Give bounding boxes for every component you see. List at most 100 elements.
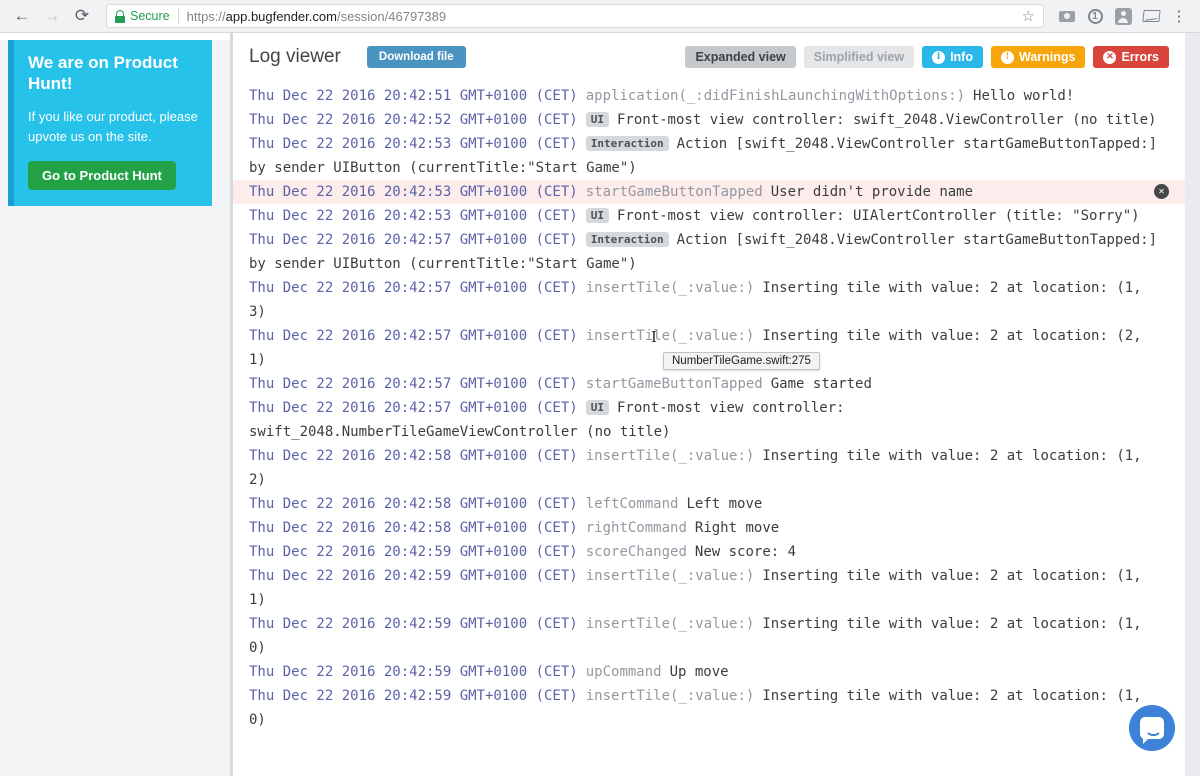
page-content: We are on Product Hunt! If you like our … (0, 33, 1200, 776)
camera-extension-icon[interactable] (1056, 5, 1078, 27)
warning-icon: ! (1000, 50, 1014, 64)
log-row[interactable]: Thu Dec 22 2016 20:42:58 GMT+0100 (CET) i… (249, 444, 1164, 492)
info-filter-button[interactable]: i Info (922, 46, 983, 68)
address-bar[interactable]: Secure https://app.bugfender.com/session… (106, 4, 1044, 28)
errors-filter-button[interactable]: ✕ Errors (1093, 46, 1169, 68)
log-timestamp: Thu Dec 22 2016 20:42:57 GMT+0100 (CET) (249, 232, 578, 248)
log-tag: leftCommand (585, 496, 679, 512)
circled-one-extension-icon[interactable]: 1 (1084, 5, 1106, 27)
log-badge: Interaction (585, 232, 669, 247)
promo-title: We are on Product Hunt! (28, 53, 178, 94)
log-badge: UI (585, 112, 609, 127)
left-sidebar: We are on Product Hunt! If you like our … (0, 33, 233, 776)
log-row[interactable]: Thu Dec 22 2016 20:42:57 GMT+0100 (CET) U… (249, 396, 1164, 444)
secure-label: Secure (130, 9, 170, 23)
log-message: Hello world! (973, 88, 1075, 104)
profile-badge-icon[interactable] (1112, 5, 1134, 27)
log-row[interactable]: Thu Dec 22 2016 20:42:59 GMT+0100 (CET) i… (249, 684, 1164, 732)
log-tag: upCommand (585, 664, 662, 680)
log-tag: insertTile(_:value:) (585, 280, 755, 296)
log-row[interactable]: Thu Dec 22 2016 20:42:53 GMT+0100 (CET) s… (233, 180, 1185, 204)
log-timestamp: Thu Dec 22 2016 20:42:59 GMT+0100 (CET) (249, 568, 578, 584)
log-tag: insertTile(_:value:) (585, 688, 755, 704)
info-icon: i (932, 50, 946, 64)
log-timestamp: Thu Dec 22 2016 20:42:52 GMT+0100 (CET) (249, 112, 578, 128)
log-timestamp: Thu Dec 22 2016 20:42:57 GMT+0100 (CET) (249, 376, 578, 392)
log-row[interactable]: Thu Dec 22 2016 20:42:53 GMT+0100 (CET) I… (249, 132, 1164, 180)
log-message: New score: 4 (694, 544, 797, 560)
info-label: Info (950, 50, 973, 64)
promo-body: If you like our product, please upvote u… (28, 108, 198, 144)
log-timestamp: Thu Dec 22 2016 20:42:51 GMT+0100 (CET) (249, 88, 578, 104)
log-timestamp: Thu Dec 22 2016 20:42:58 GMT+0100 (CET) (249, 448, 578, 464)
log-message: Game started (770, 376, 872, 392)
log-viewer-header: Log viewer Download file Expanded view S… (233, 33, 1185, 72)
errors-label: Errors (1121, 50, 1159, 64)
log-row[interactable]: Thu Dec 22 2016 20:42:57 GMT+0100 (CET) I… (249, 228, 1164, 276)
log-timestamp: Thu Dec 22 2016 20:42:57 GMT+0100 (CET) (249, 280, 578, 296)
log-timestamp: Thu Dec 22 2016 20:42:59 GMT+0100 (CET) (249, 664, 578, 680)
log-timestamp: Thu Dec 22 2016 20:42:58 GMT+0100 (CET) (249, 496, 578, 512)
error-dismiss-icon[interactable]: ✕ (1154, 184, 1169, 199)
log-tag: scoreChanged (585, 544, 687, 560)
log-message: Front-most view controller: swift_2048.V… (616, 112, 1157, 128)
log-list: Thu Dec 22 2016 20:42:51 GMT+0100 (CET) a… (233, 72, 1185, 732)
log-timestamp: Thu Dec 22 2016 20:42:53 GMT+0100 (CET) (249, 184, 578, 200)
download-file-button[interactable]: Download file (366, 46, 466, 68)
text-cursor-ibeam: I (651, 328, 657, 346)
page-title: Log viewer (249, 46, 341, 67)
expanded-view-button[interactable]: Expanded view (685, 46, 796, 68)
log-row[interactable]: Thu Dec 22 2016 20:42:59 GMT+0100 (CET) u… (249, 660, 1164, 684)
log-row[interactable]: Thu Dec 22 2016 20:42:59 GMT+0100 (CET) i… (249, 612, 1164, 660)
warnings-filter-button[interactable]: ! Warnings (990, 46, 1086, 68)
forward-icon[interactable]: → (40, 4, 64, 28)
log-tag: insertTile(_:value:) (585, 568, 755, 584)
log-tag: rightCommand (585, 520, 687, 536)
log-row[interactable]: Thu Dec 22 2016 20:42:53 GMT+0100 (CET) U… (249, 204, 1164, 228)
log-message: Up move (669, 664, 729, 680)
browser-toolbar: ← → ⟳ Secure https://app.bugfender.com/s… (0, 0, 1200, 33)
log-row[interactable]: Thu Dec 22 2016 20:42:52 GMT+0100 (CET) U… (249, 108, 1164, 132)
sidebar-top-spacer (0, 33, 230, 40)
log-timestamp: Thu Dec 22 2016 20:42:53 GMT+0100 (CET) (249, 208, 578, 224)
scrollbar-track[interactable] (1185, 33, 1200, 776)
url-separator (177, 8, 179, 24)
log-timestamp: Thu Dec 22 2016 20:42:59 GMT+0100 (CET) (249, 544, 578, 560)
log-message: Left move (686, 496, 763, 512)
warnings-label: Warnings (1018, 50, 1076, 64)
bookmark-star-icon[interactable]: ☆ (1022, 7, 1035, 25)
log-message: Right move (694, 520, 780, 536)
simplified-view-button[interactable]: Simplified view (803, 46, 915, 68)
log-tag: insertTile(_:value:) (585, 328, 755, 344)
log-row[interactable]: Thu Dec 22 2016 20:42:51 GMT+0100 (CET) a… (249, 84, 1164, 108)
page: ← → ⟳ Secure https://app.bugfender.com/s… (0, 0, 1200, 776)
view-toggle-group: Expanded view Simplified view i Info ! W… (685, 46, 1169, 68)
log-timestamp: Thu Dec 22 2016 20:42:53 GMT+0100 (CET) (249, 136, 578, 152)
url-text: https://app.bugfender.com/session/467973… (186, 8, 447, 24)
reload-icon[interactable]: ⟳ (70, 4, 94, 28)
log-tag: insertTile(_:value:) (585, 616, 755, 632)
source-location-tooltip: NumberTileGame.swift:275 (663, 352, 820, 370)
log-badge: Interaction (585, 136, 669, 151)
browser-menu-icon[interactable]: ⋮ (1168, 5, 1190, 27)
log-row[interactable]: Thu Dec 22 2016 20:42:57 GMT+0100 (CET) s… (249, 372, 1164, 396)
log-timestamp: Thu Dec 22 2016 20:42:59 GMT+0100 (CET) (249, 616, 578, 632)
log-tag: startGameButtonTapped (585, 376, 763, 392)
chat-launcher-button[interactable] (1126, 702, 1178, 754)
log-timestamp: Thu Dec 22 2016 20:42:58 GMT+0100 (CET) (249, 520, 578, 536)
log-message: Front-most view controller: UIAlertContr… (616, 208, 1140, 224)
log-row[interactable]: Thu Dec 22 2016 20:42:58 GMT+0100 (CET) l… (249, 492, 1164, 516)
log-row[interactable]: Thu Dec 22 2016 20:42:59 GMT+0100 (CET) i… (249, 564, 1164, 612)
log-tag: startGameButtonTapped (585, 184, 763, 200)
back-icon[interactable]: ← (10, 4, 34, 28)
log-viewer-panel: Log viewer Download file Expanded view S… (233, 33, 1185, 776)
error-icon: ✕ (1103, 50, 1117, 64)
secure-lock-icon (115, 9, 125, 23)
reading-list-extension-icon[interactable] (1140, 5, 1162, 27)
log-row[interactable]: Thu Dec 22 2016 20:42:59 GMT+0100 (CET) s… (249, 540, 1164, 564)
log-tag: application(_:didFinishLaunchingWithOpti… (585, 88, 966, 104)
go-to-product-hunt-button[interactable]: Go to Product Hunt (28, 160, 176, 190)
log-message: User didn't provide name (770, 184, 974, 200)
log-row[interactable]: Thu Dec 22 2016 20:42:58 GMT+0100 (CET) r… (249, 516, 1164, 540)
log-row[interactable]: Thu Dec 22 2016 20:42:57 GMT+0100 (CET) i… (249, 276, 1164, 324)
